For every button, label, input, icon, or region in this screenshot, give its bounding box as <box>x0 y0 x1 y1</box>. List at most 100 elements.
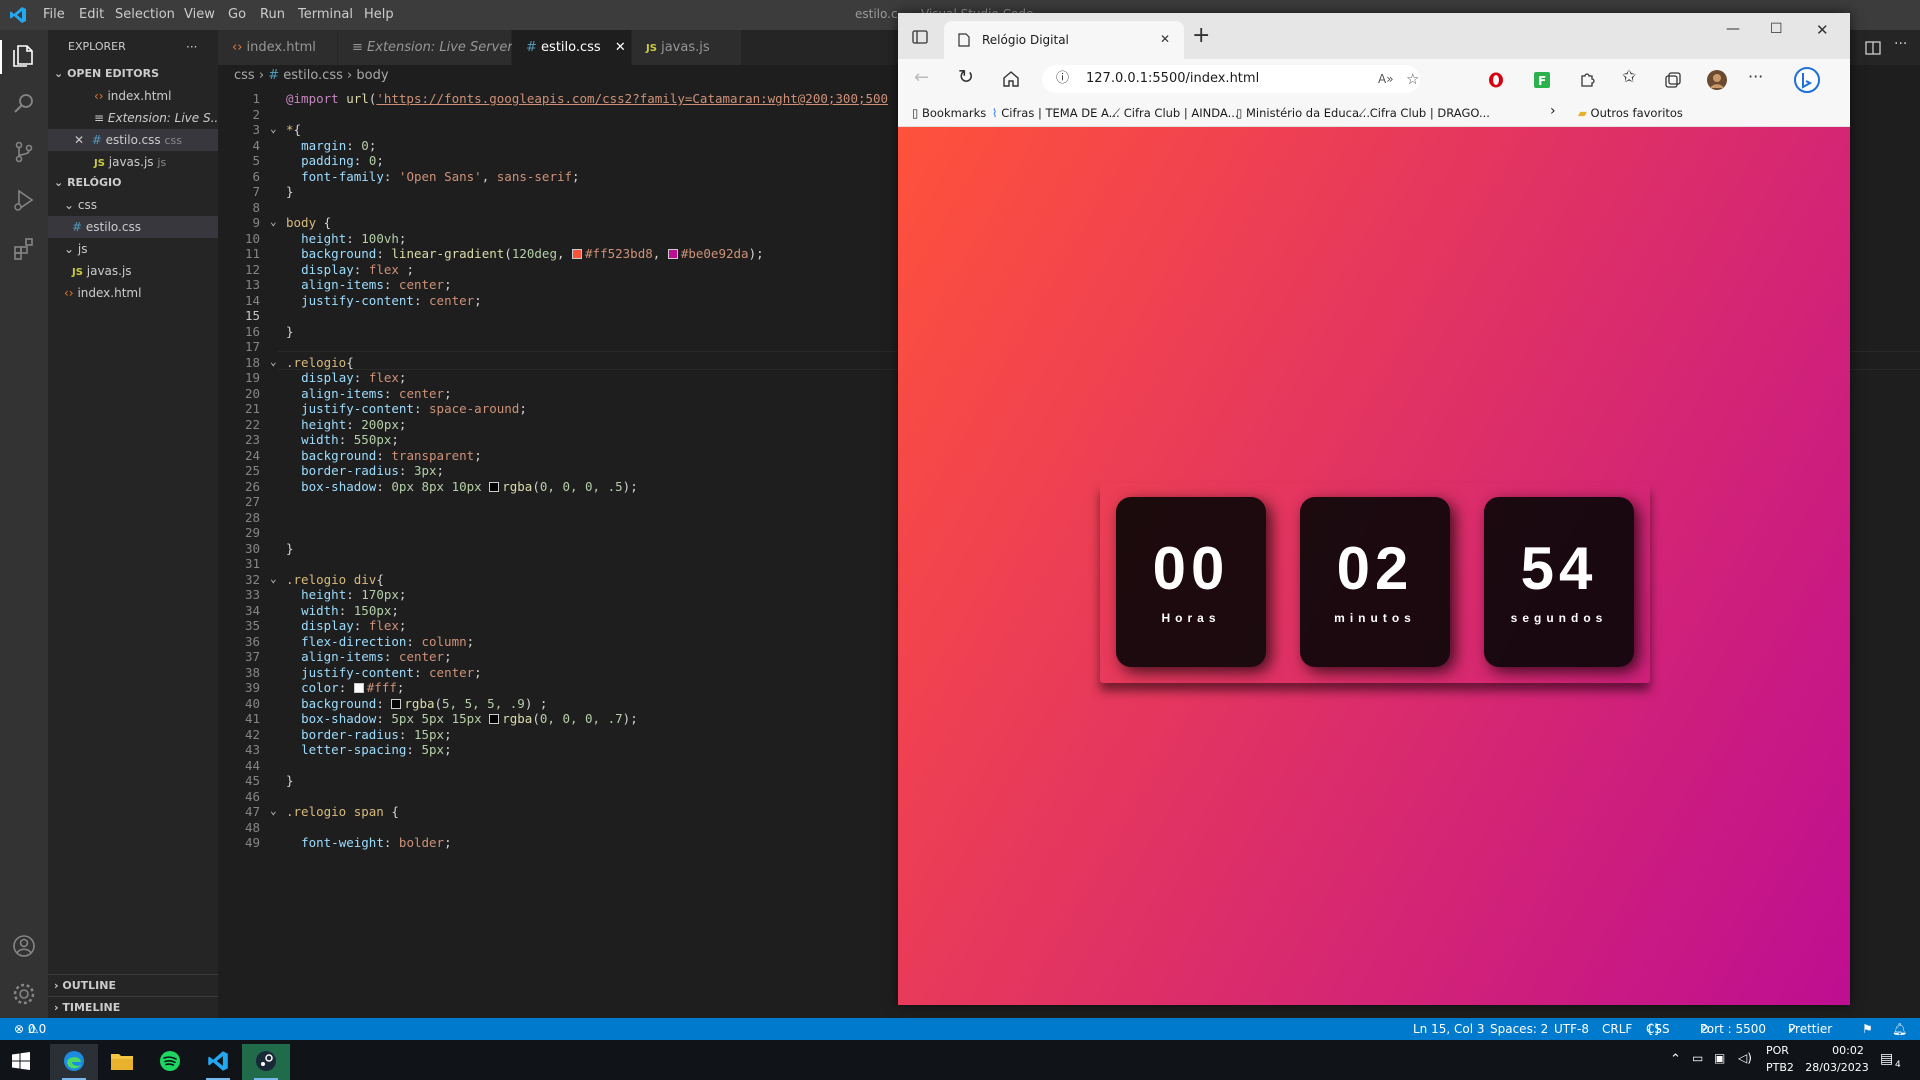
tree-folder-js[interactable]: ⌄ js <box>48 238 218 260</box>
favorite-star-icon[interactable]: ☆ <box>1406 65 1419 93</box>
taskbar-file-explorer[interactable] <box>98 1044 146 1080</box>
open-editor-javas-js[interactable]: JS javas.js js <box>48 151 218 173</box>
feedback-icon[interactable]: ⚑ <box>1862 1018 1873 1040</box>
notification-center-icon[interactable]: ▤ <box>1880 1051 1893 1067</box>
tab-index-html[interactable]: ‹› index.html <box>218 30 338 65</box>
other-favorites[interactable]: ▰ Outros favoritos <box>1578 106 1683 120</box>
tab-actions-icon[interactable] <box>912 29 928 45</box>
menu-terminal[interactable]: Terminal <box>298 7 353 22</box>
close-window-icon[interactable]: ✕ <box>1816 21 1829 39</box>
breadcrumb-file[interactable]: estilo.css <box>283 68 343 83</box>
taskbar-spotify[interactable] <box>146 1044 194 1080</box>
fold-chevron-icon[interactable]: ⌄ <box>270 572 277 585</box>
settings-gear-icon[interactable] <box>10 980 38 1008</box>
menu-view[interactable]: View <box>184 7 215 22</box>
tree-file-estilo-css[interactable]: # estilo.css <box>48 216 218 238</box>
menu-go[interactable]: Go <box>228 7 246 22</box>
read-aloud-icon[interactable]: A» <box>1378 65 1394 93</box>
favorites-icon[interactable]: ✩ <box>1622 67 1636 87</box>
end-of-line[interactable]: CRLF <box>1602 1018 1632 1040</box>
bookmark-cifras-tema[interactable]: ⌇ Cifras | TEMA DE A... <box>992 106 1120 120</box>
new-tab-icon[interactable]: + <box>1192 23 1210 48</box>
split-editor-icon[interactable] <box>1864 39 1882 57</box>
windows-start-icon[interactable] <box>12 1052 30 1070</box>
bing-chat-icon[interactable] <box>1794 67 1820 93</box>
timeline-header[interactable]: › TIMELINE <box>48 996 218 1018</box>
chevron-right-icon[interactable]: › <box>1550 103 1556 119</box>
profile-avatar[interactable] <box>1706 69 1728 91</box>
close-tab-icon[interactable]: ✕ <box>1160 32 1170 46</box>
open-editor-estilo-css[interactable]: ✕ # estilo.css css <box>48 129 218 151</box>
volume-icon[interactable]: ◁) <box>1738 1051 1752 1065</box>
taskbar-steam[interactable] <box>242 1044 290 1080</box>
collections-icon[interactable] <box>1664 71 1682 89</box>
menu-help[interactable]: Help <box>364 7 394 22</box>
taskbar-edge[interactable] <box>50 1044 98 1080</box>
open-editor-index-html[interactable]: ‹› index.html <box>48 85 218 107</box>
tree-file-javas-js[interactable]: JS javas.js <box>48 260 218 282</box>
browser-tab-active[interactable]: Relógio Digital ✕ <box>944 21 1184 59</box>
site-info-icon[interactable]: ⓘ <box>1056 65 1069 93</box>
bookmark-cifra-club-drago[interactable]: ⟋ Cifra Club | DRAGO... <box>1358 106 1490 121</box>
menu-edit[interactable]: Edit <box>79 7 104 22</box>
show-hidden-icons-icon[interactable]: ⌃ <box>1670 1052 1681 1067</box>
open-editor-live-server[interactable]: ≡ Extension: Live S... <box>48 107 218 129</box>
bookmark-bookmarks[interactable]: ▯ Bookmarks <box>912 106 986 120</box>
clock-date[interactable]: 28/03/2023 <box>1800 1061 1874 1074</box>
device-icon[interactable]: ▭ <box>1692 1051 1703 1065</box>
menu-file[interactable]: File <box>43 7 65 22</box>
explorer-icon[interactable] <box>10 42 38 70</box>
notifications-bell-icon[interactable]: 🔔︎ <box>1892 1018 1907 1040</box>
bookmark-cifra-club-ainda[interactable]: ⟋ Cifra Club | AINDA... <box>1112 106 1239 121</box>
account-icon[interactable] <box>10 932 38 960</box>
color-swatch[interactable] <box>572 249 583 259</box>
settings-more-icon[interactable]: ··· <box>1748 67 1763 86</box>
maximize-icon[interactable]: ☐ <box>1770 21 1783 37</box>
extensions-icon[interactable] <box>10 234 38 262</box>
tab-estilo-css[interactable]: # estilo.css ✕ <box>512 30 632 65</box>
extensions-puzzle-icon[interactable] <box>1578 71 1596 89</box>
refresh-icon[interactable]: ↻ <box>958 66 974 88</box>
bookmark-ministerio[interactable]: ▯ Ministério da Educa... <box>1236 106 1370 120</box>
menu-run[interactable]: Run <box>260 7 285 22</box>
fold-chevron-icon[interactable]: ⌄ <box>270 355 277 368</box>
menu-selection[interactable]: Selection <box>115 7 175 22</box>
indentation[interactable]: Spaces: 2 <box>1490 1018 1548 1040</box>
input-language[interactable]: POR <box>1766 1044 1789 1057</box>
feedly-extension-icon[interactable]: F <box>1534 72 1550 88</box>
cursor-position[interactable]: Ln 15, Col 3 <box>1413 1018 1485 1040</box>
opera-icon[interactable] <box>1488 72 1504 88</box>
run-debug-icon[interactable] <box>10 186 38 214</box>
fold-chevron-icon[interactable]: ⌄ <box>270 122 277 135</box>
taskbar-vscode[interactable] <box>194 1044 242 1080</box>
breadcrumb-symbol[interactable]: body <box>356 68 388 83</box>
folder-header[interactable]: ⌄ RELÓGIO <box>48 172 218 194</box>
more-actions-icon[interactable]: ··· <box>186 36 206 58</box>
close-icon[interactable]: ✕ <box>74 133 84 147</box>
color-swatch[interactable] <box>353 683 364 693</box>
encoding[interactable]: UTF-8 <box>1554 1018 1589 1040</box>
outline-header[interactable]: › OUTLINE <box>48 974 218 996</box>
keyboard-layout[interactable]: PTB2 <box>1766 1061 1794 1074</box>
color-swatch[interactable] <box>667 249 678 259</box>
fold-chevron-icon[interactable]: ⌄ <box>270 804 277 817</box>
source-control-icon[interactable] <box>10 138 38 166</box>
color-swatch[interactable] <box>391 698 402 709</box>
search-icon[interactable] <box>10 90 38 118</box>
clock-time[interactable]: 00:02 <box>1818 1044 1878 1057</box>
minimize-icon[interactable]: — <box>1726 21 1740 37</box>
address-bar[interactable]: ⓘ 127.0.0.1:5500/index.html A» ☆ <box>1042 65 1420 93</box>
back-icon[interactable]: ← <box>914 67 929 88</box>
home-icon[interactable] <box>1002 70 1020 88</box>
breadcrumb-folder[interactable]: css <box>234 68 255 83</box>
tab-live-server[interactable]: ≡ Extension: Live Server <box>338 30 513 65</box>
network-icon[interactable]: ▣ <box>1714 1051 1725 1065</box>
more-actions-icon[interactable]: ··· <box>1894 36 1907 52</box>
fold-chevron-icon[interactable]: ⌄ <box>270 215 277 228</box>
problems-indicator[interactable]: ⊗ 0 ⚠ 0 <box>14 1018 46 1040</box>
close-icon[interactable]: ✕ <box>615 40 626 55</box>
tab-javas-js[interactable]: JS javas.js <box>632 30 742 65</box>
color-swatch[interactable] <box>489 481 500 492</box>
color-swatch[interactable] <box>489 714 500 724</box>
tree-file-index-html[interactable]: ‹› index.html <box>48 282 218 304</box>
